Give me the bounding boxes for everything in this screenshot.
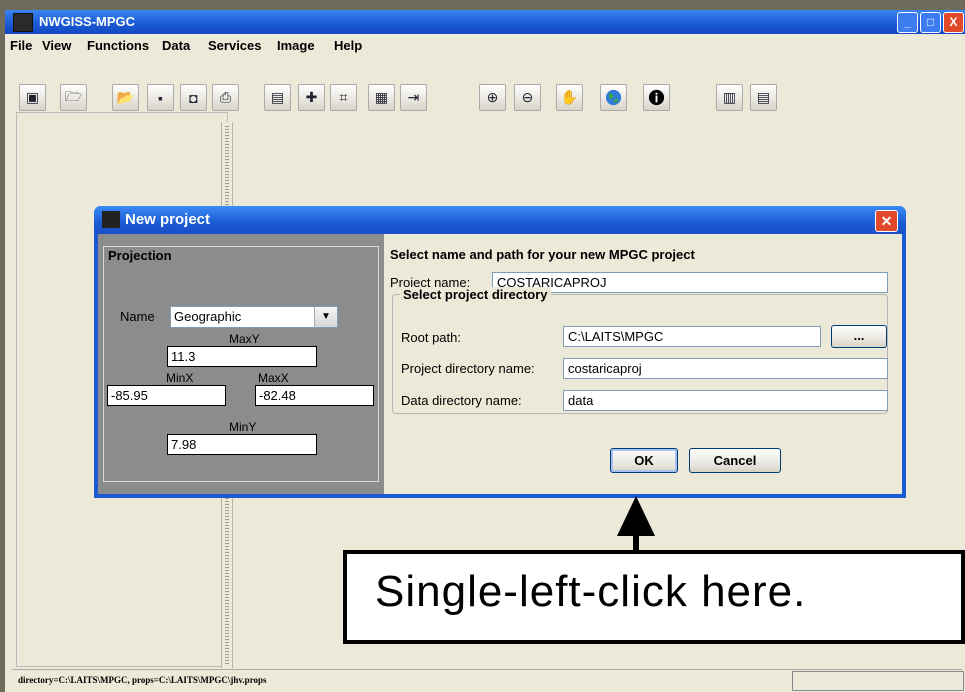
maxx-label: MaxX bbox=[258, 371, 289, 385]
minimize-button[interactable]: _ bbox=[897, 12, 918, 33]
new-project-dialog: New project ✕ Projection Name Geographic… bbox=[94, 206, 906, 498]
menu-file[interactable]: File bbox=[10, 38, 32, 53]
menu-help[interactable]: Help bbox=[334, 38, 362, 53]
data-directory-label: Data directory name: bbox=[401, 393, 522, 408]
dialog-title: New project bbox=[125, 211, 211, 228]
minx-label: MinX bbox=[166, 371, 194, 385]
data-directory-field[interactable]: data bbox=[563, 390, 888, 411]
ok-button[interactable]: OK bbox=[610, 448, 678, 473]
name-label: Name bbox=[120, 309, 155, 324]
grid-icon[interactable]: ⌗ bbox=[330, 84, 357, 111]
zoom-out-icon[interactable]: ⊖ bbox=[514, 84, 541, 111]
menu-services[interactable]: Services bbox=[208, 38, 262, 53]
save-all-icon[interactable]: ◘ bbox=[180, 84, 207, 111]
root-path-field[interactable]: C:\LAITS\MPGC bbox=[563, 326, 821, 347]
maximize-button[interactable]: □ bbox=[920, 12, 941, 33]
layout-icon[interactable]: ▥ bbox=[716, 84, 743, 111]
app-logo-icon bbox=[13, 13, 33, 32]
close-dialog-button[interactable]: ✕ bbox=[875, 210, 898, 232]
menu-bar: File View Functions Data Services Image … bbox=[5, 34, 965, 56]
add-layer-icon[interactable]: ✚ bbox=[298, 84, 325, 111]
project-form-panel: Select name and path for your new MPGC p… bbox=[388, 234, 902, 494]
close-window-button[interactable]: X bbox=[943, 12, 964, 33]
projection-panel: Projection Name Geographic ▼ MaxY 11.3 M… bbox=[98, 234, 384, 494]
projection-legend: Projection bbox=[106, 248, 174, 263]
menu-functions[interactable]: Functions bbox=[87, 38, 149, 53]
clipboard-icon[interactable]: ▤ bbox=[264, 84, 291, 111]
maxx-field[interactable]: -82.48 bbox=[255, 385, 374, 406]
projection-select[interactable]: Geographic ▼ bbox=[170, 306, 338, 328]
export-icon[interactable]: ⇥ bbox=[400, 84, 427, 111]
maxy-field[interactable]: 11.3 bbox=[167, 346, 317, 367]
project-directory-legend: Select project directory bbox=[400, 287, 551, 302]
status-field bbox=[792, 671, 964, 691]
dialog-body: Projection Name Geographic ▼ MaxY 11.3 M… bbox=[98, 234, 902, 494]
print-icon[interactable]: ⎙ bbox=[212, 84, 239, 111]
dialog-title-bar[interactable]: New project ✕ bbox=[94, 206, 906, 234]
instruction-callout: Single-left-click here. bbox=[343, 550, 965, 644]
tile-icon[interactable]: ▦ bbox=[368, 84, 395, 111]
zoom-in-icon[interactable]: ⊕ bbox=[479, 84, 506, 111]
browse-button[interactable]: ... bbox=[831, 325, 887, 348]
miny-field[interactable]: 7.98 bbox=[167, 434, 317, 455]
open-folder-icon[interactable]: 📂 bbox=[112, 84, 139, 111]
document-icon[interactable]: ▤ bbox=[750, 84, 777, 111]
form-heading: Select name and path for your new MPGC p… bbox=[390, 247, 695, 262]
info-icon[interactable] bbox=[643, 84, 670, 111]
globe-icon[interactable] bbox=[600, 84, 627, 111]
menu-image[interactable]: Image bbox=[277, 38, 315, 53]
projection-select-value: Geographic bbox=[174, 309, 242, 324]
root-path-label: Root path: bbox=[401, 330, 461, 345]
pan-hand-icon[interactable]: ✋ bbox=[556, 84, 583, 111]
status-text: directory=C:\LAITS\MPGC, props=C:\LAITS\… bbox=[18, 675, 267, 685]
project-directory-label: Project directory name: bbox=[401, 361, 535, 376]
project-directory-field[interactable]: costaricaproj bbox=[563, 358, 888, 379]
cancel-button[interactable]: Cancel bbox=[689, 448, 781, 473]
callout-text: Single-left-click here. bbox=[375, 567, 807, 616]
dialog-logo-icon bbox=[102, 211, 120, 228]
project-name-field[interactable]: COSTARICAPROJ bbox=[492, 272, 888, 293]
menu-data[interactable]: Data bbox=[162, 38, 190, 53]
window-title: NWGISS-MPGC bbox=[39, 14, 136, 29]
chevron-down-icon[interactable]: ▼ bbox=[314, 307, 337, 327]
open-project-icon[interactable]: 🗁 bbox=[60, 84, 87, 111]
status-bar: directory=C:\LAITS\MPGC, props=C:\LAITS\… bbox=[12, 669, 964, 691]
miny-label: MinY bbox=[229, 420, 257, 434]
save-icon[interactable]: ▪ bbox=[147, 84, 174, 111]
minx-field[interactable]: -85.95 bbox=[107, 385, 226, 406]
title-bar: NWGISS-MPGC _ □ X bbox=[5, 10, 965, 34]
maxy-label: MaxY bbox=[229, 332, 260, 346]
menu-view[interactable]: View bbox=[42, 38, 71, 53]
layers-icon[interactable]: ▣ bbox=[19, 84, 46, 111]
